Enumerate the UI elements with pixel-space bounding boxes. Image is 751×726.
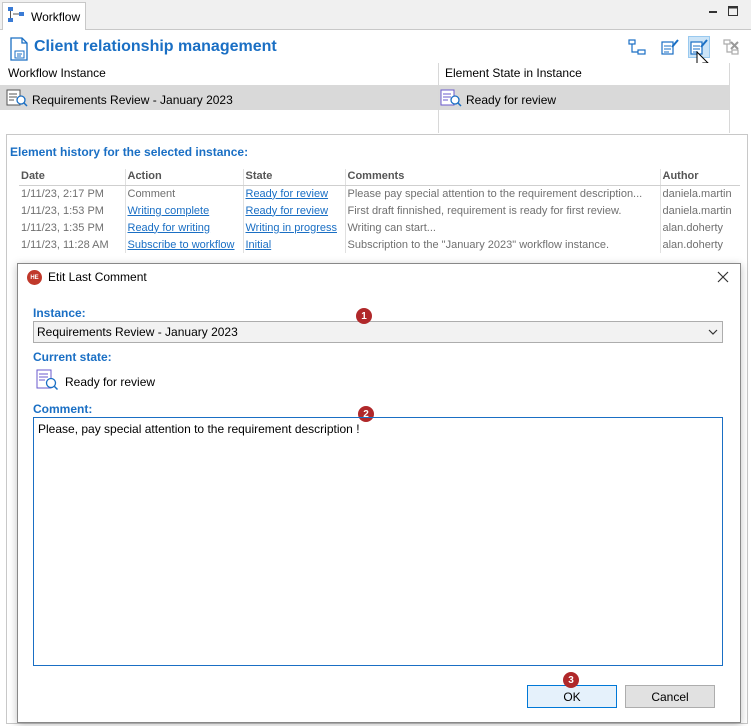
comment-textarea[interactable]: Please, pay special attention to the req… [33,417,723,666]
cell-action-link[interactable]: Writing complete [125,202,244,219]
state-icon [35,368,59,395]
close-icon[interactable] [714,268,732,286]
page-title: Client relationship management [34,38,277,55]
comment-label: Comment: [33,402,93,416]
cell-comment: Writing can start... [345,219,661,236]
chevron-down-icon[interactable] [704,322,722,342]
workflow-icon [7,6,27,27]
history-header-row: Date Action State Comments Author [19,169,740,186]
cell-action: Comment [125,185,244,202]
column-divider-right [729,63,730,133]
cell-comment: Please pay special attention to the requ… [345,185,661,202]
table-row[interactable]: 1/11/23, 1:35 PM Ready for writing Writi… [19,219,740,236]
workflow-diagram-icon[interactable] [626,36,648,58]
cell-date: 1/11/23, 1:53 PM [19,202,126,219]
callout-badge-3: 3 [563,672,579,688]
cell-state-link[interactable]: Initial [243,236,346,253]
edit-state-icon[interactable] [659,36,681,58]
column-header-action: Action [125,169,244,186]
cell-date: 1/11/23, 11:28 AM [19,236,126,253]
history-table: Date Action State Comments Author 1/11/2… [19,169,740,253]
document-icon [9,37,29,64]
cell-state-link[interactable]: Ready for review [243,185,346,202]
cancel-button[interactable]: Cancel [625,685,715,708]
instance-row[interactable]: Requirements Review - January 2023 Ready… [0,85,729,110]
cell-author: daniela.martin [662,187,732,200]
column-header-instance: Workflow Instance [8,66,106,80]
remove-workflow-icon[interactable] [720,36,742,58]
cell-date: 1/11/23, 2:17 PM [19,185,126,202]
instance-label: Instance: [33,306,86,320]
cell-date: 1/11/23, 1:35 PM [19,219,126,236]
instance-table-header: Workflow Instance Element State in Insta… [0,63,751,85]
column-header-date: Date [19,169,126,186]
table-row[interactable]: 1/11/23, 2:17 PM Comment Ready for revie… [19,185,740,202]
tab-workflow[interactable]: Workflow [2,2,86,30]
cell-state-link[interactable]: Writing in progress [243,219,346,236]
instance-icon [6,89,28,110]
column-divider[interactable] [438,63,439,133]
instance-state: Ready for review [466,92,557,107]
view-tab-bar: Workflow [0,0,751,30]
cell-comment: First draft finnished, requirement is re… [345,202,661,219]
view-header: Client relationship management [0,31,751,65]
callout-badge-1: 1 [356,308,372,324]
minimize-button[interactable] [706,4,720,18]
tab-label: Workflow [31,9,81,24]
ok-button[interactable]: OK [527,685,617,708]
table-row[interactable]: 1/11/23, 1:53 PM Writing complete Ready … [19,202,740,219]
column-header-state: State [243,169,346,186]
edit-comment-dialog: HE Etit Last Comment Instance: Requireme… [17,263,741,723]
current-state: Ready for review [35,368,155,395]
current-state-label: Current state: [33,350,112,364]
state-icon [440,89,462,110]
instance-select-value: Requirements Review - January 2023 [37,325,238,339]
dialog-title: Etit Last Comment [48,270,147,284]
cell-author: daniela.martin [662,204,732,217]
column-header-comments: Comments [345,169,661,186]
instance-select[interactable]: Requirements Review - January 2023 [33,321,723,343]
table-row[interactable]: 1/11/23, 11:28 AM Subscribe to workflow … [19,236,740,253]
current-state-value: Ready for review [65,374,156,389]
history-title: Element history for the selected instanc… [10,145,249,159]
cell-author: alan.doherty [662,238,724,251]
column-header-author: Author [660,169,740,186]
cell-author: alan.doherty [662,221,724,234]
cell-action-link[interactable]: Ready for writing [125,219,244,236]
cell-comment: Subscription to the "January 2023" workf… [345,236,661,253]
maximize-button[interactable] [726,4,740,18]
cell-action-link[interactable]: Subscribe to workflow [125,236,244,253]
app-logo-icon: HE [27,270,42,285]
column-header-state: Element State in Instance [445,66,582,80]
dialog-titlebar[interactable]: HE Etit Last Comment [18,264,740,292]
instance-name: Requirements Review - January 2023 [32,92,233,107]
cell-state-link[interactable]: Ready for review [243,202,346,219]
